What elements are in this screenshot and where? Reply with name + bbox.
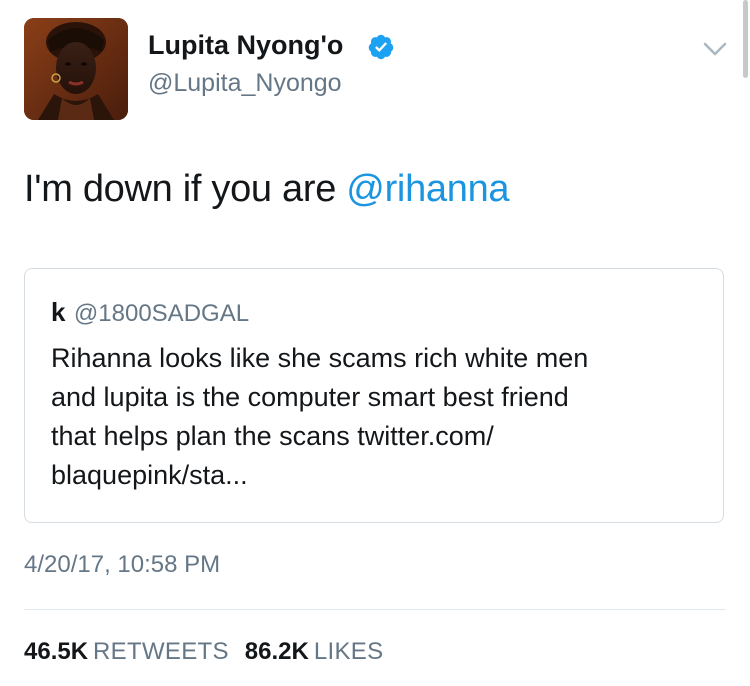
quoted-tweet-line: and lupita is the computer smart best fr… (51, 382, 569, 412)
scrollbar[interactable] (743, 0, 748, 78)
quoted-tweet-line: blaquepink/sta... (51, 460, 248, 490)
likes-count[interactable]: 86.2K (245, 638, 309, 665)
author-display-name[interactable]: Lupita Nyong'o (148, 30, 343, 61)
tweet-body: I'm down if you are (24, 168, 347, 210)
retweets-label[interactable]: RETWEETS (93, 638, 229, 665)
mention-link[interactable]: @rihanna (346, 168, 509, 210)
quoted-tweet-header: k @1800SADGAL (51, 297, 249, 328)
quoted-tweet-text: Rihanna looks like she scams rich white … (51, 339, 711, 495)
verified-badge-icon (368, 34, 394, 60)
quoted-tweet-line: Rihanna looks like she scams rich white … (51, 343, 589, 373)
quoted-author-handle: @1800SADGAL (73, 300, 250, 327)
author-handle[interactable]: @Lupita_Nyongo (148, 69, 342, 98)
chevron-down-icon[interactable] (703, 41, 727, 57)
tweet-stats: 46.5K RETWEETS 86.2K LIKES (24, 638, 399, 666)
divider (24, 609, 726, 610)
quoted-tweet-line: that helps plan the scans twitter.com/ (51, 421, 494, 451)
tweet-timestamp[interactable]: 4/20/17, 10:58 PM (24, 551, 220, 579)
likes-label[interactable]: LIKES (314, 638, 384, 665)
tweet-text: I'm down if you are @rihanna (24, 168, 510, 211)
retweets-count[interactable]: 46.5K (24, 638, 88, 665)
quoted-author-name: k (51, 297, 66, 327)
quoted-tweet-card[interactable]: k @1800SADGAL Rihanna looks like she sca… (24, 268, 724, 523)
avatar-photo (24, 18, 128, 120)
avatar[interactable] (24, 18, 128, 120)
